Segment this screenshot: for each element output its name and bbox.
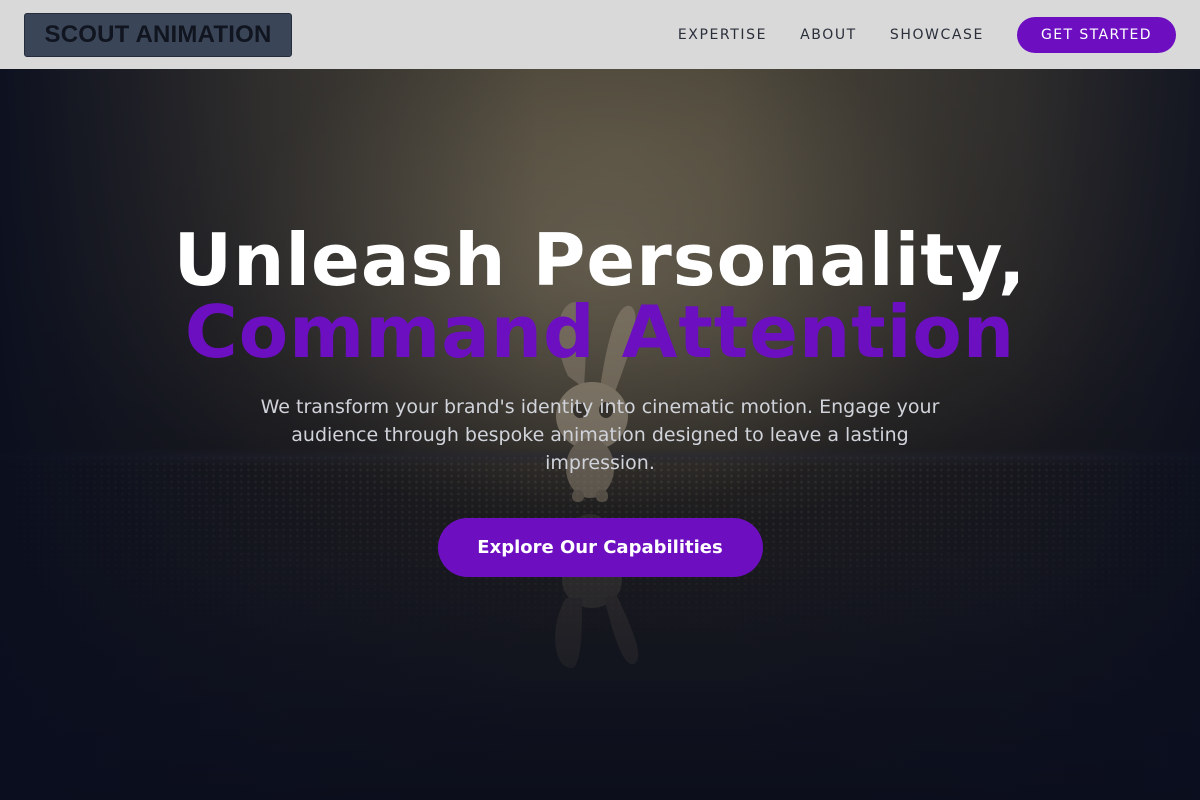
brand-logo[interactable]: SCOUT ANIMATION xyxy=(24,12,292,57)
headline-line-1: Unleash Personality, xyxy=(173,218,1027,302)
top-navbar: SCOUT ANIMATION EXPERTISE ABOUT SHOWCASE… xyxy=(0,0,1200,69)
explore-capabilities-button[interactable]: Explore Our Capabilities xyxy=(437,518,763,577)
hero-subtext: We transform your brand's identity into … xyxy=(260,396,940,474)
hero-content: Unleash Personality, Command Attention W… xyxy=(0,222,1200,577)
nav-link-showcase[interactable]: SHOWCASE xyxy=(890,27,984,43)
get-started-button[interactable]: GET STARTED xyxy=(1017,16,1176,53)
nav-link-expertise[interactable]: EXPERTISE xyxy=(678,27,767,43)
nav-links: EXPERTISE ABOUT SHOWCASE GET STARTED xyxy=(678,16,1176,53)
hero-headline: Unleash Personality, Command Attention xyxy=(0,218,1200,374)
headline-line-2: Command Attention xyxy=(184,290,1016,374)
nav-link-about[interactable]: ABOUT xyxy=(800,27,857,43)
